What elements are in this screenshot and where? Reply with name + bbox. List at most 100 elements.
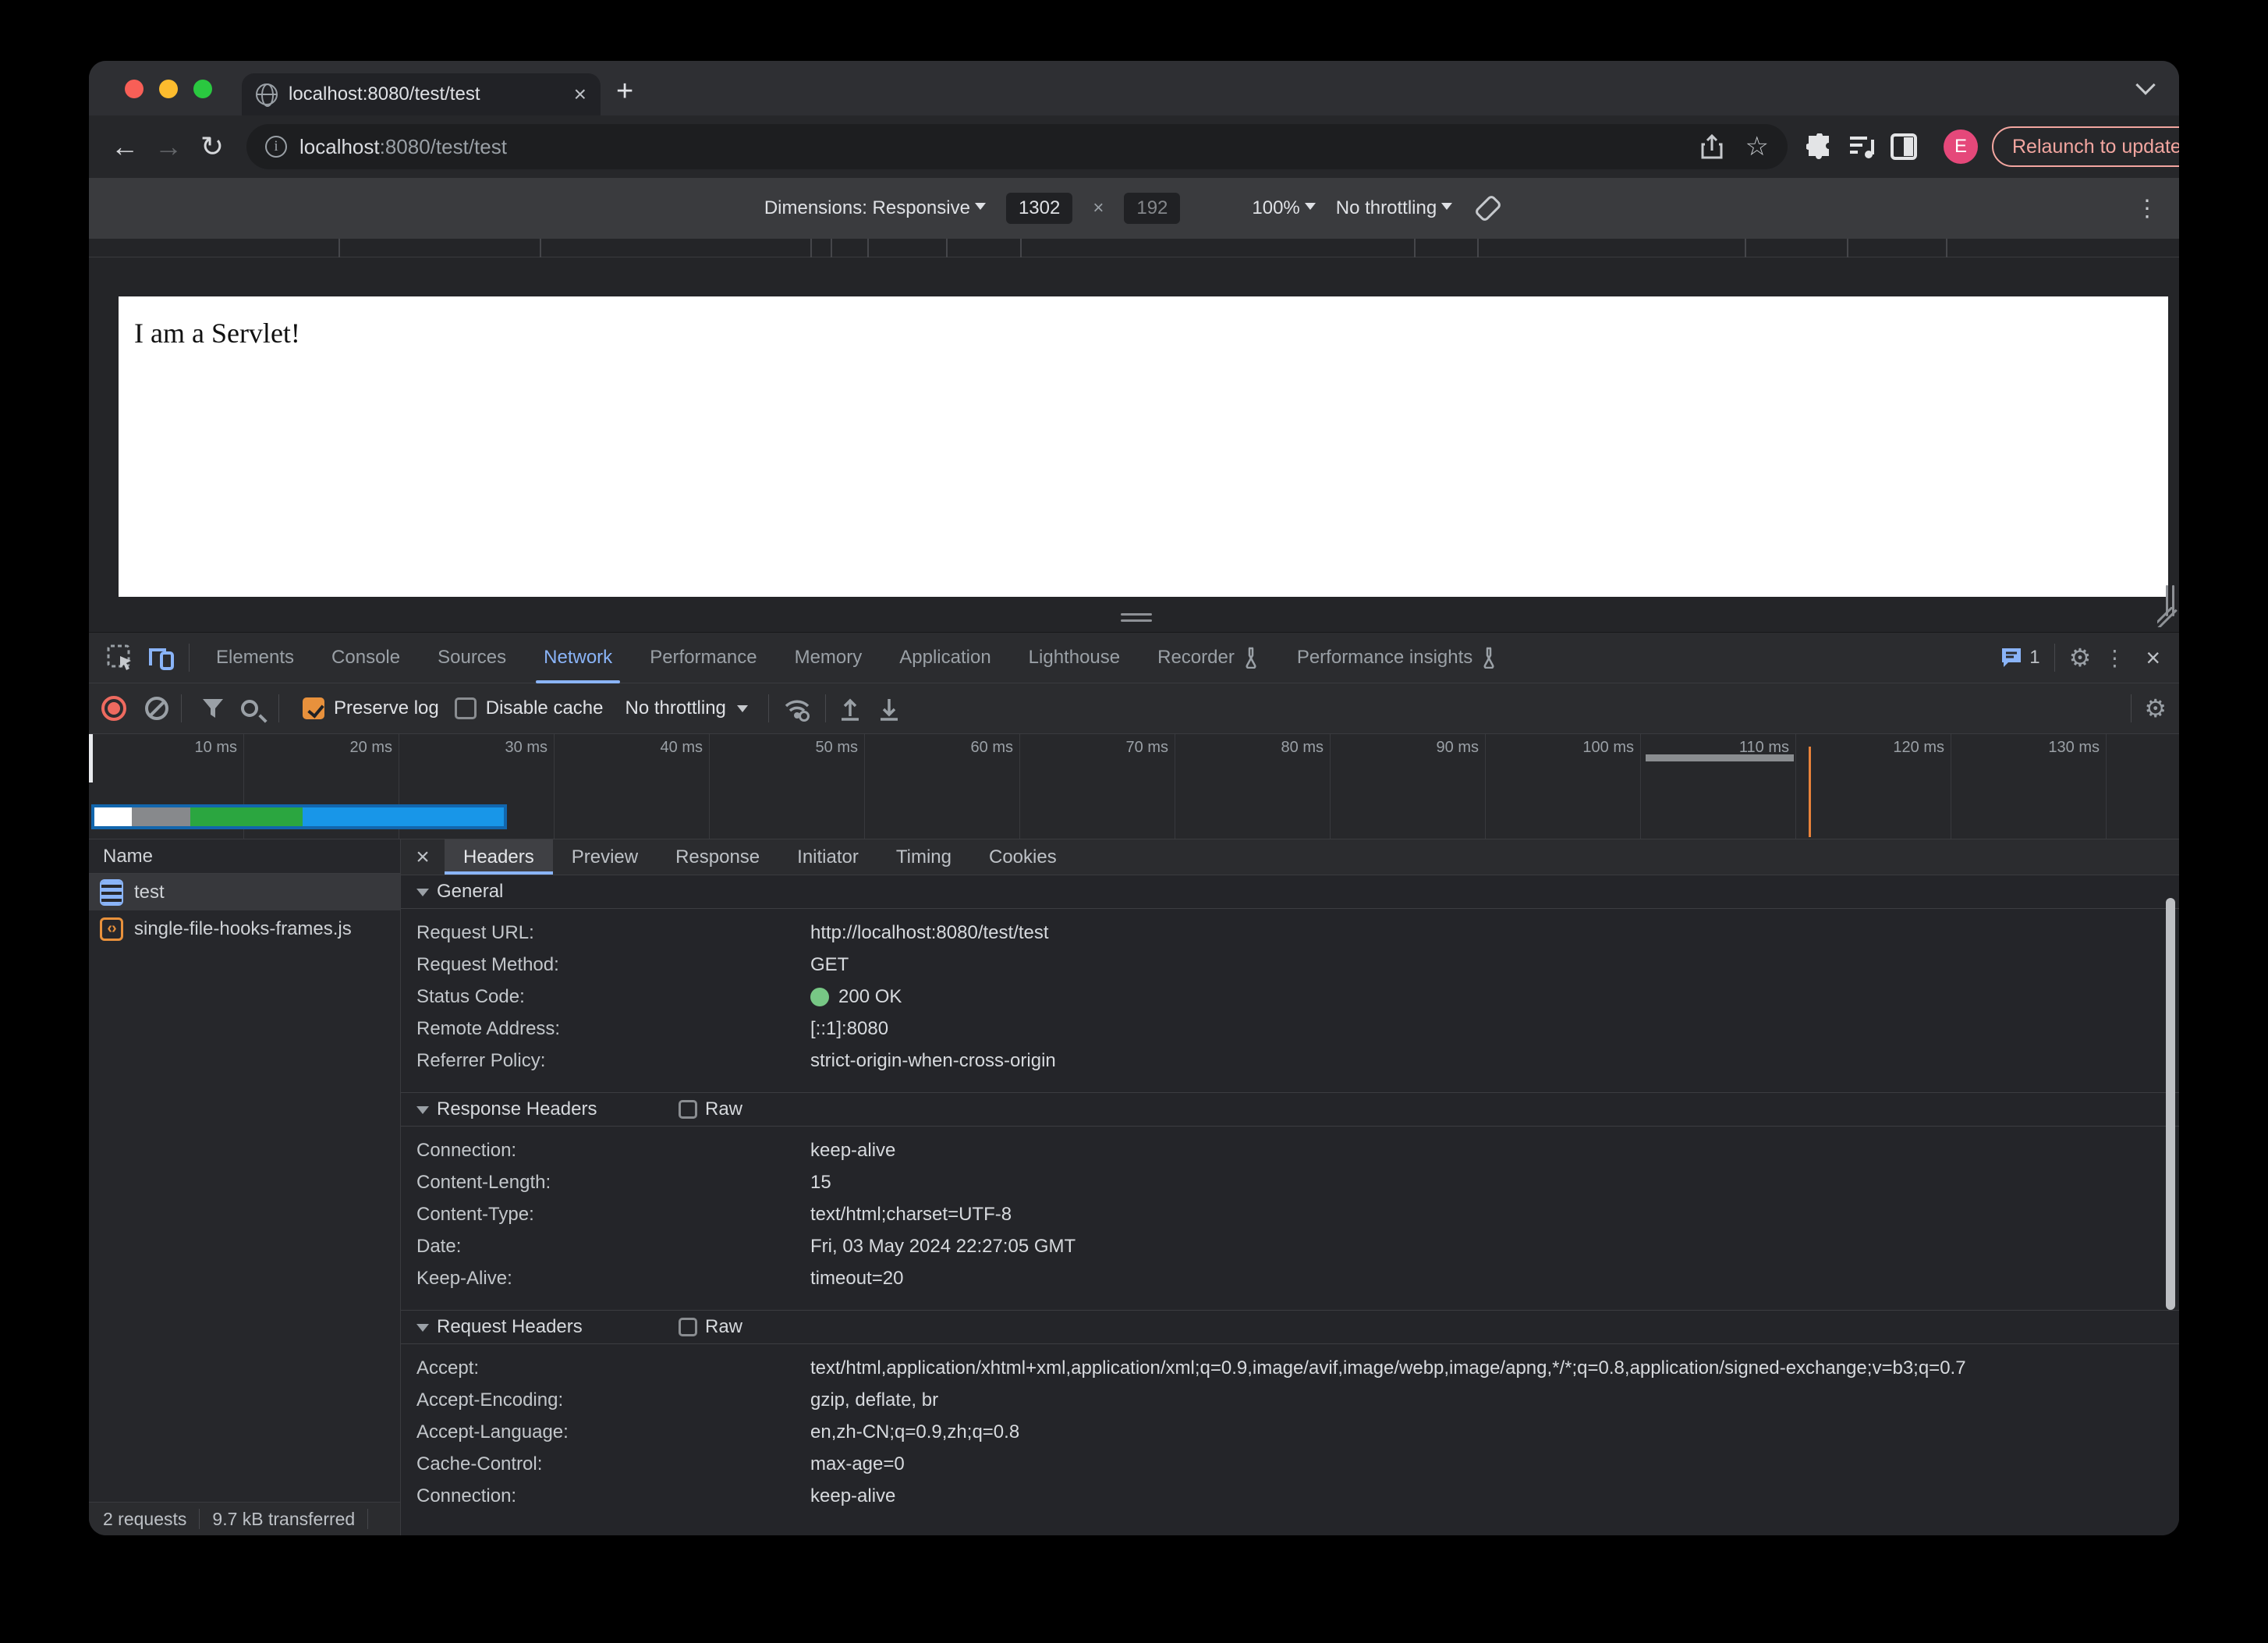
section-response-headers[interactable]: Response Headers Raw	[416, 1093, 2179, 1126]
import-har-icon[interactable]	[838, 696, 862, 721]
chevron-down-icon	[1441, 203, 1453, 215]
details-tab-preview[interactable]: Preview	[553, 839, 657, 875]
tab-network[interactable]: Network	[525, 633, 631, 683]
script-file-icon: ‹›	[100, 917, 123, 941]
details-tab-timing[interactable]: Timing	[877, 839, 970, 875]
rotate-viewport-icon[interactable]	[1472, 193, 1504, 224]
viewport-height-input[interactable]: 192	[1124, 193, 1181, 224]
checkbox-unchecked-icon[interactable]	[679, 1318, 697, 1336]
request-list-name-header[interactable]: Name	[89, 839, 400, 874]
transferred-size: 9.7 kB transferred	[212, 1508, 356, 1529]
checkbox-unchecked-icon[interactable]	[454, 697, 477, 719]
details-tab-cookies[interactable]: Cookies	[970, 839, 1076, 875]
section-collapse-triangle-icon[interactable]	[416, 1323, 429, 1338]
tab-recorder[interactable]: Recorder	[1139, 633, 1278, 683]
flask-icon	[1483, 647, 1494, 669]
extensions-puzzle-icon[interactable]	[1806, 133, 1848, 160]
network-toolbar: Preserve log Disable cache No throttling	[89, 683, 2179, 734]
tab-performance-insights[interactable]: Performance insights	[1278, 633, 1516, 683]
toggle-device-toolbar-icon[interactable]	[140, 641, 181, 675]
relaunch-to-update-button[interactable]: Relaunch to update	[1992, 126, 2179, 167]
details-scrollbar[interactable]	[2166, 898, 2175, 1310]
viewport-corner-resize-handle[interactable]	[2157, 607, 2178, 627]
checkbox-checked-icon[interactable]	[303, 697, 324, 719]
zoom-select[interactable]: 100%	[1252, 197, 1316, 219]
timeline-tick: 50 ms	[710, 734, 865, 839]
tab-memory[interactable]: Memory	[776, 633, 881, 683]
request-row-test[interactable]: test	[89, 874, 400, 910]
back-button[interactable]: ←	[103, 130, 147, 163]
address-bar[interactable]: i localhost:8080/test/test ☆	[246, 124, 1788, 169]
inspect-element-icon[interactable]	[100, 641, 140, 675]
profile-avatar[interactable]: E	[1944, 130, 1978, 164]
zoom-window-button[interactable]	[193, 80, 212, 98]
network-overview-timeline[interactable]: 10 ms 20 ms 30 ms 40 ms 50 ms 60 ms 70 m…	[89, 734, 2179, 839]
tab-sources[interactable]: Sources	[419, 633, 525, 683]
clear-network-log-icon[interactable]	[145, 697, 168, 720]
network-settings-gear-icon[interactable]: ⚙	[2144, 694, 2167, 723]
tab-performance[interactable]: Performance	[631, 633, 775, 683]
bookmark-star-icon[interactable]: ☆	[1745, 131, 1769, 162]
timeline-tick: 130 ms	[1951, 734, 2107, 839]
side-panel-icon[interactable]	[1891, 133, 1933, 160]
record-network-log-button[interactable]	[101, 696, 126, 721]
request-row-script[interactable]: ‹› single-file-hooks-frames.js	[89, 910, 400, 947]
browser-tab[interactable]: localhost:8080/test/test ×	[242, 73, 601, 115]
timeline-tick: 40 ms	[555, 734, 710, 839]
network-throttling-select[interactable]: No throttling	[625, 697, 748, 719]
response-raw-checkbox[interactable]: Raw	[679, 1098, 742, 1120]
devtools-menu-kebab-icon[interactable]: ⋮	[2097, 645, 2132, 671]
header-row: Content-Length: 15	[416, 1171, 831, 1193]
disable-cache-checkbox[interactable]: Disable cache	[454, 697, 603, 719]
devtools-settings-gear-icon[interactable]: ⚙	[2069, 643, 2092, 672]
share-icon[interactable]	[1700, 133, 1724, 160]
chevron-down-icon	[974, 203, 986, 215]
url-path: :8080/test/test	[379, 134, 507, 158]
device-toolbar-menu-icon[interactable]: ⋮	[2135, 195, 2159, 222]
details-close-icon[interactable]: ×	[401, 839, 445, 875]
tab-lighthouse[interactable]: Lighthouse	[1010, 633, 1139, 683]
section-collapse-triangle-icon[interactable]	[416, 888, 429, 903]
throttling-select[interactable]: No throttling	[1336, 197, 1453, 219]
details-tab-initiator[interactable]: Initiator	[778, 839, 877, 875]
waterfall-bar-test[interactable]	[91, 804, 507, 829]
preserve-log-checkbox[interactable]: Preserve log	[303, 697, 439, 719]
site-info-icon[interactable]: i	[265, 136, 287, 158]
new-tab-button[interactable]: +	[616, 75, 633, 108]
tab-search-chevron-icon[interactable]	[2135, 75, 2156, 95]
tab-application[interactable]: Application	[881, 633, 1009, 683]
viewport-width-input[interactable]: 1302	[1005, 193, 1073, 224]
close-window-button[interactable]	[125, 80, 144, 98]
section-collapse-triangle-icon[interactable]	[416, 1105, 429, 1120]
issues-counter[interactable]: 1	[2000, 647, 2040, 669]
filter-funnel-icon[interactable]	[200, 697, 225, 720]
media-controls-icon[interactable]	[1848, 133, 1891, 160]
search-icon[interactable]	[241, 700, 258, 717]
request-raw-checkbox[interactable]: Raw	[679, 1316, 742, 1338]
export-har-icon[interactable]	[877, 696, 901, 721]
details-tab-headers[interactable]: Headers	[445, 839, 553, 875]
dimensions-select[interactable]: Dimensions: Responsive	[764, 197, 986, 219]
details-tab-response[interactable]: Response	[657, 839, 778, 875]
checkbox-unchecked-icon[interactable]	[679, 1100, 697, 1119]
header-row: Request Method: GET	[416, 953, 849, 975]
network-conditions-icon[interactable]	[781, 695, 813, 722]
network-lower-split: Name test ‹› single-file-hooks-frames.js…	[89, 839, 2179, 1535]
request-details-panel: × Headers Preview Response Initiator Tim…	[401, 839, 2179, 1535]
section-request-headers[interactable]: Request Headers Raw	[416, 1311, 2179, 1343]
page-viewport[interactable]: I am a Servlet!	[119, 296, 2168, 597]
tab-elements[interactable]: Elements	[197, 633, 313, 683]
chevron-down-icon	[736, 705, 748, 718]
forward-button[interactable]: →	[147, 130, 190, 163]
viewport-height-drag-handle[interactable]	[1121, 613, 1152, 623]
tab-close-icon[interactable]: ×	[574, 83, 586, 105]
section-general[interactable]: General	[416, 875, 2179, 908]
minimize-window-button[interactable]	[159, 80, 178, 98]
waterfall-bar-script[interactable]	[1646, 754, 1794, 761]
devtools-close-icon[interactable]: ×	[2138, 644, 2168, 672]
tab-console[interactable]: Console	[313, 633, 419, 683]
window-controls[interactable]	[125, 80, 212, 98]
timeline-tick: 110 ms	[1641, 734, 1796, 839]
reload-button[interactable]: ↻	[190, 130, 234, 163]
header-row: Date: Fri, 03 May 2024 22:27:05 GMT	[416, 1235, 1076, 1257]
